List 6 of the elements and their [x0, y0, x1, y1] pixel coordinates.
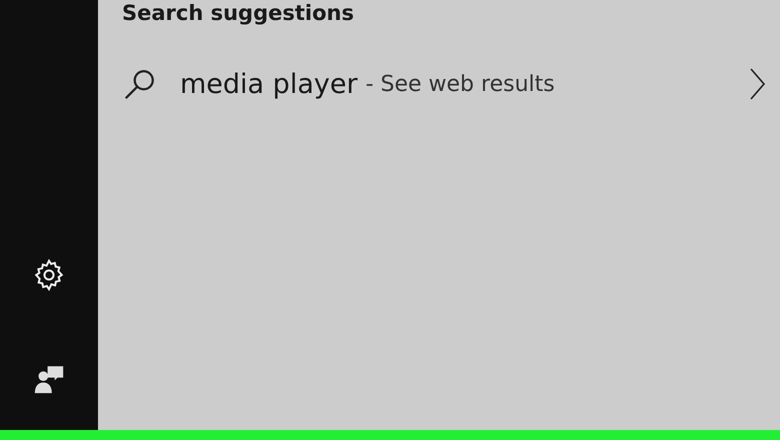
suggestion-hint: - See web results	[366, 72, 556, 96]
section-heading: Search suggestions	[122, 0, 355, 26]
chevron-icon	[748, 67, 766, 101]
suggestion-item[interactable]: media player - See web results	[122, 66, 780, 102]
settings-icon	[32, 258, 66, 292]
suggestion-query: media player	[180, 68, 358, 100]
